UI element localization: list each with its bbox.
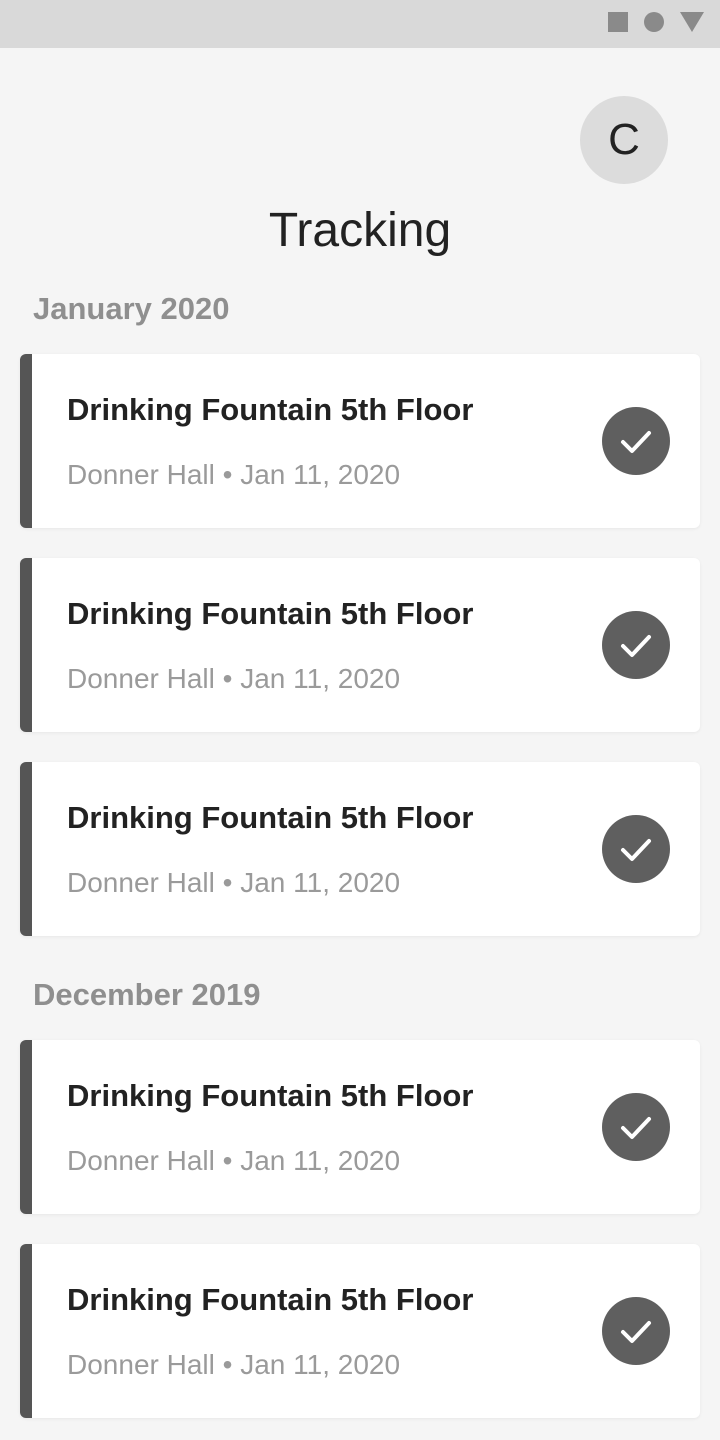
- check-icon: [621, 635, 651, 657]
- triangle-icon: [680, 12, 704, 32]
- card-accent-bar: [20, 558, 32, 732]
- check-icon: [621, 1321, 651, 1343]
- check-icon: [621, 431, 651, 453]
- card-title: Drinking Fountain 5th Floor: [67, 800, 474, 835]
- status-icons: [608, 12, 704, 32]
- square-icon: [608, 12, 628, 32]
- check-button[interactable]: [602, 407, 670, 475]
- card-accent-bar: [20, 1040, 32, 1214]
- tracking-card[interactable]: Drinking Fountain 5th Floor Donner Hall …: [20, 1244, 700, 1418]
- card-title: Drinking Fountain 5th Floor: [67, 392, 474, 427]
- circle-icon: [644, 12, 664, 32]
- check-icon: [621, 1117, 651, 1139]
- card-title: Drinking Fountain 5th Floor: [67, 1282, 474, 1317]
- section-header-december-2019: December 2019: [33, 977, 261, 1012]
- check-button[interactable]: [602, 611, 670, 679]
- check-icon: [621, 839, 651, 861]
- card-subtitle: Donner Hall • Jan 11, 2020: [67, 1145, 401, 1176]
- card-accent-bar: [20, 354, 32, 528]
- tracking-card[interactable]: Drinking Fountain 5th Floor Donner Hall …: [20, 1040, 700, 1214]
- card-title: Drinking Fountain 5th Floor: [67, 596, 474, 631]
- tracking-card[interactable]: Drinking Fountain 5th Floor Donner Hall …: [20, 558, 700, 732]
- status-bar: [0, 0, 720, 48]
- page-title: Tracking: [268, 204, 452, 257]
- check-button[interactable]: [602, 1297, 670, 1365]
- check-button[interactable]: [602, 815, 670, 883]
- card-subtitle: Donner Hall • Jan 11, 2020: [67, 459, 401, 490]
- check-button[interactable]: [602, 1093, 670, 1161]
- card-accent-bar: [20, 762, 32, 936]
- card-subtitle: Donner Hall • Jan 11, 2020: [67, 867, 401, 898]
- avatar[interactable]: C: [580, 96, 668, 184]
- card-subtitle: Donner Hall • Jan 11, 2020: [67, 1349, 401, 1380]
- card-accent-bar: [20, 1244, 32, 1418]
- card-title: Drinking Fountain 5th Floor: [67, 1078, 474, 1113]
- card-subtitle: Donner Hall • Jan 11, 2020: [67, 663, 401, 694]
- section-header-january-2020: January 2020: [33, 291, 230, 326]
- tracking-card[interactable]: Drinking Fountain 5th Floor Donner Hall …: [20, 354, 700, 528]
- tracking-card[interactable]: Drinking Fountain 5th Floor Donner Hall …: [20, 762, 700, 936]
- avatar-initial: C: [608, 115, 640, 164]
